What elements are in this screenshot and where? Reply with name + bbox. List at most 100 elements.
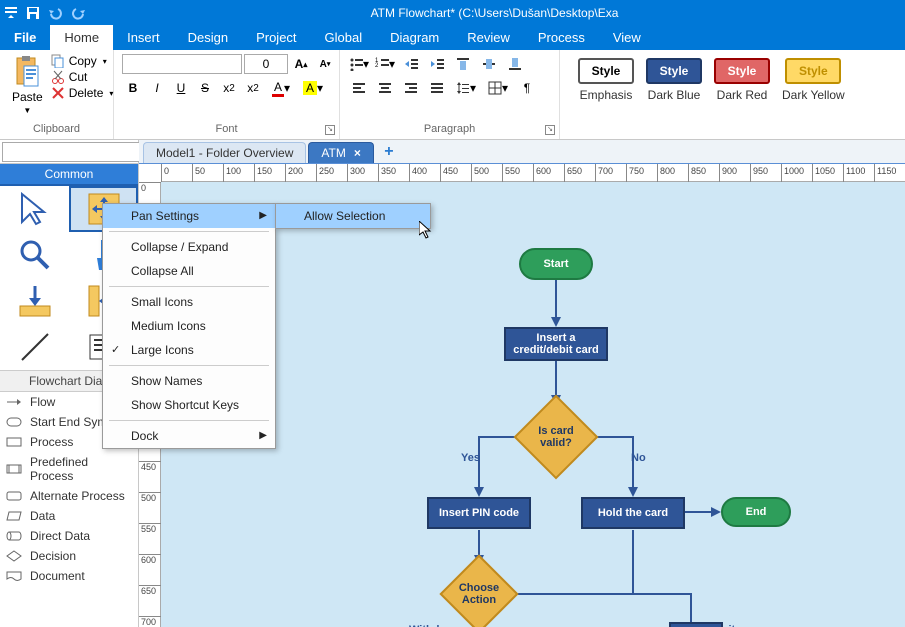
title-bar: ATM Flowchart* (C:\Users\Dušan\Desktop\E… — [0, 0, 905, 25]
node-choose[interactable]: Choose Action — [451, 566, 507, 622]
tab-insert[interactable]: Insert — [113, 25, 174, 50]
indent-icon[interactable] — [426, 54, 448, 74]
ctx-allow-selection[interactable]: Allow Selection — [276, 204, 430, 228]
font-launcher-icon[interactable]: ↘ — [325, 125, 335, 135]
bold-icon[interactable]: B — [122, 78, 144, 98]
ctx-large-icons[interactable]: ✓Large Icons — [103, 338, 275, 362]
ctx-show-names[interactable]: Show Names — [103, 369, 275, 393]
align-center-icon[interactable] — [374, 78, 396, 98]
tab-diagram[interactable]: Diagram — [376, 25, 453, 50]
delete-button[interactable]: Delete▾ — [51, 86, 114, 100]
close-tab-icon[interactable]: × — [354, 146, 361, 160]
align-left-icon[interactable] — [348, 78, 370, 98]
ribbon-tabs: File Home Insert Design Project Global D… — [0, 25, 905, 50]
outdent-icon[interactable] — [400, 54, 422, 74]
style-dark-red[interactable]: StyleDark Red — [714, 58, 770, 102]
context-menu[interactable]: Pan Settings▶ Allow Selection Collapse /… — [102, 203, 276, 449]
save-icon[interactable] — [26, 6, 40, 20]
paragraph-launcher-icon[interactable]: ↘ — [545, 125, 555, 135]
node-end[interactable]: End — [721, 497, 791, 527]
align-middle-icon[interactable] — [478, 54, 500, 74]
redo-icon[interactable] — [72, 6, 88, 20]
paste-label: Paste — [12, 90, 43, 104]
font-color-icon[interactable]: A▾ — [266, 78, 296, 98]
category-common[interactable]: Common — [0, 164, 138, 186]
node-pin[interactable]: Insert PIN code — [427, 497, 531, 529]
justify-icon[interactable] — [426, 78, 448, 98]
shape-direct-data[interactable]: Direct Data — [0, 526, 138, 546]
group-paragraph-label: Paragraph — [348, 121, 551, 135]
style-dark-blue[interactable]: StyleDark Blue — [646, 58, 702, 102]
italic-icon[interactable]: I — [146, 78, 168, 98]
ctx-small-icons[interactable]: Small Icons — [103, 290, 275, 314]
align-bottom-icon[interactable] — [504, 54, 526, 74]
shape-search-input[interactable] — [2, 142, 154, 162]
shape-predef-process[interactable]: Predefined Process — [0, 452, 138, 486]
align-top-icon[interactable] — [452, 54, 474, 74]
cut-button[interactable]: Cut — [51, 70, 114, 84]
tab-design[interactable]: Design — [174, 25, 242, 50]
tool-pointer[interactable] — [0, 186, 69, 232]
node-bottom-1[interactable] — [669, 622, 723, 627]
document-tabs: Model1 - Folder Overview ATM× + — [139, 140, 905, 164]
group-font-label: Font — [122, 121, 331, 135]
horizontal-ruler: 0501001502002503003504004505005506006507… — [161, 164, 905, 182]
tab-file[interactable]: File — [0, 25, 50, 50]
tool-line[interactable] — [0, 324, 69, 370]
paragraph-mark-icon[interactable]: ¶ — [516, 78, 538, 98]
line-spacing-icon[interactable]: ▾ — [452, 78, 480, 98]
doc-tab-model1[interactable]: Model1 - Folder Overview — [143, 142, 306, 163]
font-size-input[interactable] — [244, 54, 288, 74]
svg-text:2: 2 — [375, 63, 379, 69]
node-start[interactable]: Start — [519, 248, 593, 280]
font-name-input[interactable] — [122, 54, 242, 74]
align-right-icon[interactable] — [400, 78, 422, 98]
copy-button[interactable]: Copy▾ — [51, 54, 114, 68]
ribbon: Paste ▼ Copy▾ Cut Delete▾ Clipboard A▴ A… — [0, 50, 905, 140]
tool-zoom[interactable] — [0, 232, 69, 278]
superscript-icon[interactable]: x2 — [242, 78, 264, 98]
tab-process[interactable]: Process — [524, 25, 599, 50]
node-valid[interactable]: Is card valid? — [526, 407, 586, 467]
shape-document[interactable]: Document — [0, 566, 138, 586]
tab-view[interactable]: View — [599, 25, 655, 50]
ctx-collapse-all[interactable]: Collapse All — [103, 259, 275, 283]
label-no: No — [631, 452, 646, 464]
doc-tab-atm[interactable]: ATM× — [308, 142, 373, 163]
shrink-font-icon[interactable]: A▾ — [314, 54, 336, 74]
pan-submenu[interactable]: Allow Selection — [275, 203, 431, 229]
tab-project[interactable]: Project — [242, 25, 310, 50]
shape-decision[interactable]: Decision — [0, 546, 138, 566]
highlight-icon[interactable]: A▾ — [298, 78, 328, 98]
ctx-collapse-expand[interactable]: Collapse / Expand — [103, 235, 275, 259]
numbering-icon[interactable]: 12▾ — [374, 54, 396, 74]
style-dark-yellow[interactable]: StyleDark Yellow — [782, 58, 845, 102]
tab-review[interactable]: Review — [453, 25, 524, 50]
shape-alt-process[interactable]: Alternate Process — [0, 486, 138, 506]
node-insert-card[interactable]: Insert a credit/debit card — [504, 327, 608, 361]
group-clipboard-label: Clipboard — [8, 121, 105, 135]
subscript-icon[interactable]: x2 — [218, 78, 240, 98]
app-menu-icon[interactable] — [4, 4, 18, 21]
ctx-show-shortcut[interactable]: Show Shortcut Keys — [103, 393, 275, 417]
tab-home[interactable]: Home — [50, 25, 113, 50]
node-hold[interactable]: Hold the card — [581, 497, 685, 529]
undo-icon[interactable] — [48, 6, 64, 20]
underline-icon[interactable]: U — [170, 78, 192, 98]
strike-icon[interactable]: S — [194, 78, 216, 98]
grow-font-icon[interactable]: A▴ — [290, 54, 312, 74]
style-emphasis[interactable]: StyleEmphasis — [578, 58, 634, 102]
tab-global[interactable]: Global — [311, 25, 377, 50]
ctx-pan-settings[interactable]: Pan Settings▶ Allow Selection — [103, 204, 275, 228]
ctx-medium-icons[interactable]: Medium Icons — [103, 314, 275, 338]
ctx-dock[interactable]: Dock▶ — [103, 424, 275, 448]
window-title: ATM Flowchart* (C:\Users\Dušan\Desktop\E… — [88, 6, 901, 20]
borders-icon[interactable]: ▾ — [484, 78, 512, 98]
tool-insert-v[interactable] — [0, 278, 69, 324]
bullets-icon[interactable]: ▾ — [348, 54, 370, 74]
shape-data[interactable]: Data — [0, 506, 138, 526]
add-tab-icon[interactable]: + — [380, 143, 398, 161]
label-yes: Yes — [461, 452, 480, 464]
paste-button[interactable]: Paste ▼ — [8, 54, 47, 117]
styles-gallery[interactable]: StyleEmphasis StyleDark Blue StyleDark R… — [568, 54, 897, 106]
